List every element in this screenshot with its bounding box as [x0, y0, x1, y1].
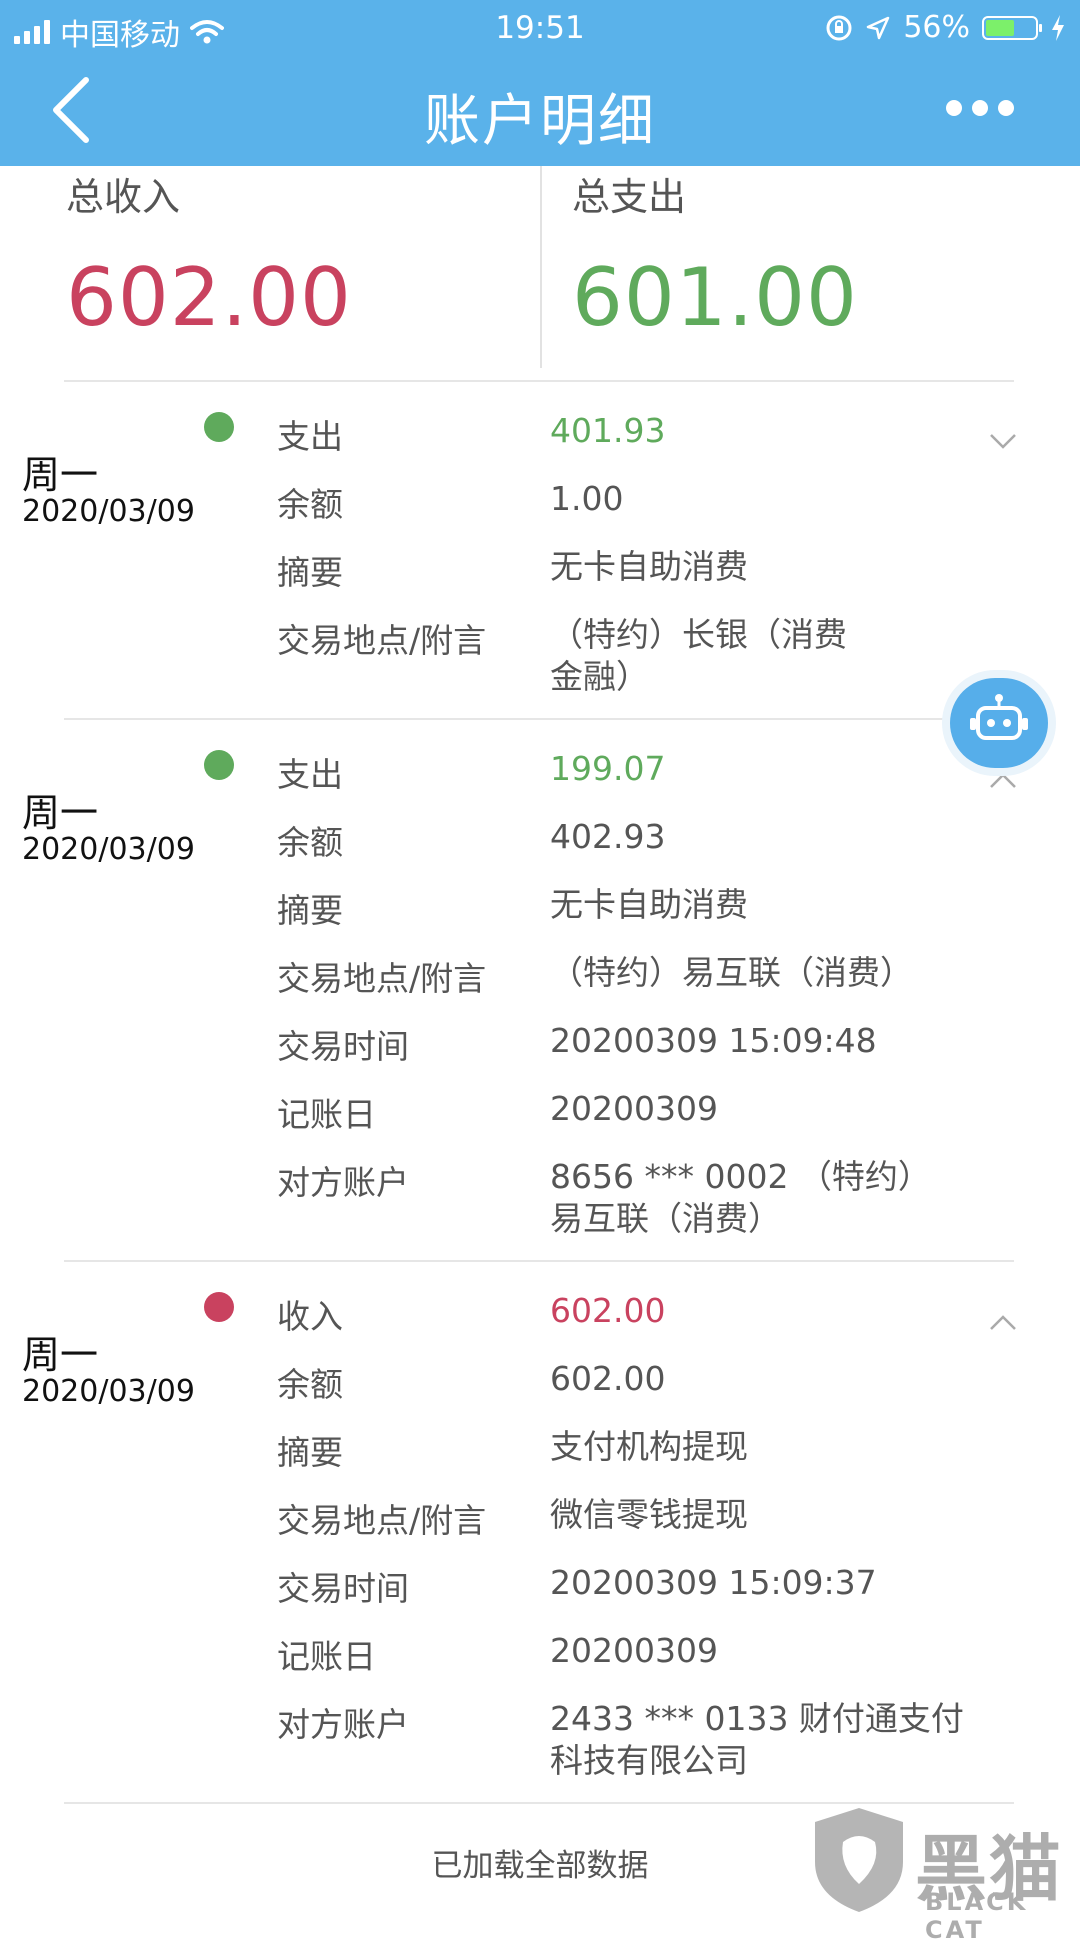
field-label: 对方账户: [277, 1163, 409, 1202]
transaction-day: 周一: [22, 453, 99, 497]
field-value: 8656 *** 0002 （特约） 易互联（消费）: [550, 1156, 980, 1240]
chevron-up-icon[interactable]: [988, 772, 1018, 790]
field-label: 记账日: [277, 1637, 376, 1676]
page-title: 账户明细: [424, 89, 656, 154]
income-dot-icon: [204, 1292, 234, 1322]
field-value-line: 金融）: [550, 657, 649, 696]
chevron-down-icon[interactable]: [988, 432, 1018, 450]
field-label: 交易地点/附言: [277, 959, 487, 998]
field-value: （特约）易互联（消费）: [550, 953, 913, 992]
total-income: 总收入 602.00: [66, 166, 352, 344]
robot-icon[interactable]: [950, 678, 1048, 768]
transaction-date: 2020/03/09: [22, 832, 195, 867]
field-value: （特约）长银（消费 金融）: [550, 614, 980, 698]
chevron-up-icon[interactable]: [988, 1314, 1018, 1332]
status-bar: 中国移动 19:51 56%: [0, 0, 1080, 56]
battery-icon: [982, 15, 1042, 40]
total-expense: 总支出 601.00: [572, 166, 858, 344]
location-icon: [867, 16, 890, 39]
more-dots-icon[interactable]: [946, 100, 1014, 116]
field-value: 微信零钱提现: [550, 1495, 748, 1534]
field-label: 摘要: [277, 1433, 343, 1472]
transaction-item[interactable]: 周一 2020/03/09 支出 401.93 余额 1.00 摘要 无卡自助消…: [0, 382, 1080, 718]
watermark-text-en: BLACK CAT: [925, 1888, 1029, 1944]
expense-dot-icon: [204, 750, 234, 780]
field-label: 摘要: [277, 553, 343, 592]
field-label: 交易时间: [277, 1569, 409, 1608]
field-value-line: 科技有限公司: [550, 1741, 748, 1780]
transaction-day: 周一: [22, 791, 99, 835]
summary-divider: [540, 166, 542, 368]
battery-percent: 56%: [903, 10, 970, 45]
field-label: 摘要: [277, 891, 343, 930]
field-value: 支付机构提现: [550, 1427, 748, 1466]
transaction-item[interactable]: 周一 2020/03/09 支出 199.07 余额 402.93 摘要 无卡自…: [0, 720, 1080, 1260]
shield-logo-icon: [815, 1808, 903, 1912]
field-value: 1.00: [550, 479, 624, 518]
field-value: 无卡自助消费: [550, 885, 748, 924]
field-label: 交易地点/附言: [277, 621, 487, 660]
field-value-line: 易互联（消费）: [550, 1199, 781, 1238]
field-value: 20200309 15:09:37: [550, 1563, 877, 1602]
amount-value: 199.07: [550, 749, 666, 788]
total-expense-value: 601.00: [572, 251, 858, 344]
field-label: 记账日: [277, 1095, 376, 1134]
amount-value: 602.00: [550, 1291, 666, 1330]
transaction-date: 2020/03/09: [22, 494, 195, 529]
total-expense-label: 总支出: [572, 175, 687, 219]
total-income-label: 总收入: [66, 175, 181, 219]
field-label: 余额: [277, 823, 343, 862]
field-value: 2433 *** 0133 财付通支付 科技有限公司: [550, 1698, 980, 1782]
field-value: 402.93: [550, 817, 666, 856]
status-right: 56%: [825, 10, 1066, 45]
total-income-value: 602.00: [66, 251, 352, 344]
field-label: 收入: [277, 1297, 343, 1336]
field-label: 余额: [277, 485, 343, 524]
field-value: 20200309: [550, 1089, 718, 1128]
field-value: 20200309 15:09:48: [550, 1021, 877, 1060]
field-value: 602.00: [550, 1359, 666, 1398]
rotation-lock-icon: [826, 15, 852, 40]
field-value-line: 2433 *** 0133 财付通支付: [550, 1699, 964, 1738]
field-value-line: 8656 *** 0002 （特约）: [550, 1157, 931, 1196]
black-cat-watermark: 黑猫 BLACK CAT: [805, 1800, 1080, 1944]
field-value: 20200309: [550, 1631, 718, 1670]
field-label: 交易地点/附言: [277, 1501, 487, 1540]
field-label: 对方账户: [277, 1705, 409, 1744]
summary-panel: 总收入 602.00 总支出 601.00: [0, 166, 1080, 380]
field-value-line: （特约）长银（消费: [550, 615, 847, 654]
field-label: 余额: [277, 1365, 343, 1404]
charging-icon: [1052, 14, 1064, 41]
field-label: 支出: [277, 755, 343, 794]
transaction-date: 2020/03/09: [22, 1374, 195, 1409]
expense-dot-icon: [204, 412, 234, 442]
field-label: 交易时间: [277, 1027, 409, 1066]
top-bar: 中国移动 19:51 56% 账户明细: [0, 0, 1080, 166]
transaction-item[interactable]: 周一 2020/03/09 收入 602.00 余额 602.00 摘要 支付机…: [0, 1262, 1080, 1802]
field-value: 无卡自助消费: [550, 547, 748, 586]
transaction-day: 周一: [22, 1333, 99, 1377]
field-label: 支出: [277, 417, 343, 456]
amount-value: 401.93: [550, 411, 666, 450]
